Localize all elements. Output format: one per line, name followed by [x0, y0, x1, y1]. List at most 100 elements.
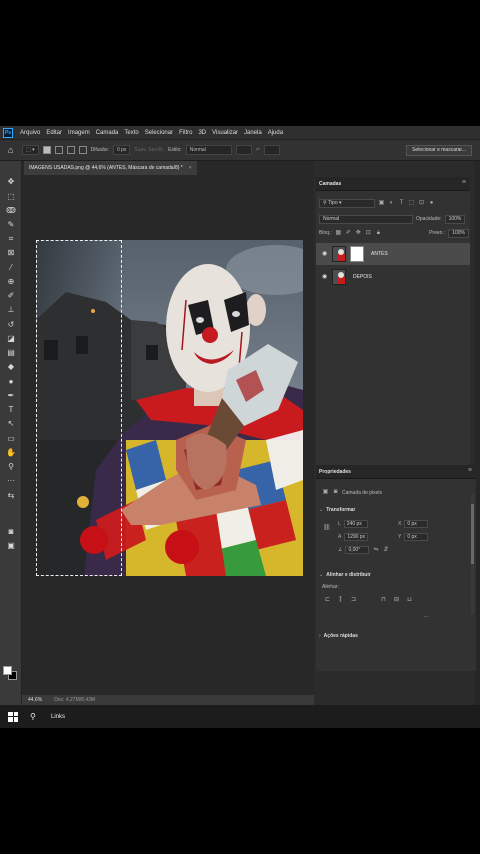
link-dimensions-icon[interactable]: ⛓: [323, 525, 331, 532]
filter-smart-icon[interactable]: ⊡: [418, 200, 425, 207]
layer-row-antes[interactable]: ◉ ANTES: [316, 243, 470, 265]
fill-input[interactable]: 100%: [448, 228, 469, 238]
layers-panel-title[interactable]: Camadas: [319, 181, 341, 187]
intersect-selection-icon[interactable]: [78, 146, 87, 154]
close-tab-icon[interactable]: ×: [189, 165, 192, 171]
zoom-level[interactable]: 44,6%: [28, 697, 42, 703]
search-icon[interactable]: ⚲: [30, 712, 39, 721]
scrollbar-thumb[interactable]: [471, 504, 474, 564]
links-toolbar[interactable]: Links: [51, 714, 65, 720]
align-vcenter-icon[interactable]: ⊟: [393, 597, 400, 604]
layer-mask-thumbnail[interactable]: [350, 246, 364, 262]
gradient-tool-icon[interactable]: ▤: [4, 348, 18, 358]
width-field[interactable]: [235, 145, 252, 155]
selection-marquee[interactable]: [36, 240, 122, 576]
quick-actions-header[interactable]: › Ações rápidas: [319, 633, 358, 639]
windows-start-icon[interactable]: [8, 711, 18, 722]
difusao-input[interactable]: 0 px: [112, 145, 131, 155]
eraser-tool-icon[interactable]: ◪: [4, 334, 18, 344]
move-tool-icon[interactable]: ✥: [4, 177, 18, 187]
flip-vertical-icon[interactable]: ⇵: [382, 547, 389, 554]
swap-icon[interactable]: ⇄: [256, 147, 260, 153]
brush-tool-icon[interactable]: ✐: [4, 291, 18, 301]
filter-type-icon[interactable]: T: [398, 200, 405, 207]
blend-mode-select[interactable]: Normal: [319, 214, 413, 224]
menu-arquivo[interactable]: Arquivo: [17, 130, 43, 136]
more-tools-icon[interactable]: ···: [4, 476, 18, 486]
quick-select-tool-icon[interactable]: ✎: [4, 220, 18, 230]
opacity-input[interactable]: 100%: [444, 214, 466, 224]
foreground-color-swatch[interactable]: [3, 666, 12, 675]
marquee-tool-icon[interactable]: ⬚: [4, 192, 18, 202]
hand-tool-icon[interactable]: ✋: [4, 448, 18, 458]
lock-all-icon[interactable]: 🔒︎: [375, 230, 382, 237]
lasso-tool-icon[interactable]: ↂ: [4, 206, 18, 216]
properties-scrollbar[interactable]: [471, 494, 474, 614]
align-section-header[interactable]: ⌄ Alinhar e distribuir: [319, 572, 371, 578]
path-select-tool-icon[interactable]: ↖: [4, 419, 18, 429]
suav-serrilh-checkbox[interactable]: Suav. Serrilh.: [134, 147, 164, 153]
layers-panel-menu-icon[interactable]: ≡: [462, 179, 466, 186]
visibility-eye-icon[interactable]: ◉: [322, 251, 328, 257]
flip-horizontal-icon[interactable]: ⇋: [372, 547, 379, 554]
filter-shape-icon[interactable]: ⬚: [408, 200, 415, 207]
filter-adjustment-icon[interactable]: ◐: [388, 200, 395, 207]
swap-colors-icon[interactable]: ⇆: [4, 491, 18, 501]
lock-brush-icon[interactable]: ✐: [345, 230, 352, 237]
menu-editar[interactable]: Editar: [43, 130, 65, 136]
angle-input[interactable]: 0,00°: [345, 546, 370, 554]
zoom-tool-icon[interactable]: ⚲: [4, 462, 18, 472]
x-input[interactable]: 0 px: [404, 520, 429, 528]
pen-tool-icon[interactable]: ✒: [4, 391, 18, 401]
menu-camada[interactable]: Camada: [93, 130, 122, 136]
properties-panel-title[interactable]: Propriedades: [319, 469, 351, 475]
visibility-eye-icon[interactable]: ◉: [322, 274, 328, 280]
subtract-selection-icon[interactable]: [66, 146, 75, 154]
layer-filter-select[interactable]: ⚲ Tipo ▾: [319, 198, 375, 208]
select-and-mask-button[interactable]: Selecionar e mascarar...: [406, 144, 472, 156]
align-top-icon[interactable]: ⊓: [380, 597, 387, 604]
mask-icon[interactable]: ◙: [332, 489, 339, 496]
menu-filtro[interactable]: Filtro: [176, 130, 195, 136]
y-input[interactable]: 0 px: [404, 533, 429, 541]
frame-tool-icon[interactable]: ⊠: [4, 248, 18, 258]
stamp-tool-icon[interactable]: ⊥: [4, 305, 18, 315]
menu-imagem[interactable]: Imagem: [65, 130, 93, 136]
healing-tool-icon[interactable]: ⊕: [4, 277, 18, 287]
new-selection-icon[interactable]: [42, 146, 51, 154]
eyedropper-tool-icon[interactable]: ⁄: [4, 263, 18, 273]
lock-artboard-icon[interactable]: ⊡: [365, 230, 372, 237]
quick-mask-icon[interactable]: ◙: [4, 527, 18, 537]
height-field[interactable]: [263, 145, 280, 155]
layer-row-depois[interactable]: ◉ DEPOIS: [316, 266, 470, 288]
align-right-icon[interactable]: ⊐: [350, 597, 357, 604]
align-left-icon[interactable]: ⊏: [324, 597, 331, 604]
blur-tool-icon[interactable]: ◆: [4, 362, 18, 372]
properties-panel-menu-icon[interactable]: ≡: [468, 467, 472, 474]
add-selection-icon[interactable]: [54, 146, 63, 154]
transform-section-header[interactable]: ⌄ Transformar: [319, 507, 355, 513]
type-tool-icon[interactable]: T: [4, 405, 18, 415]
history-brush-tool-icon[interactable]: ↺: [4, 320, 18, 330]
align-hcenter-icon[interactable]: ⫿: [337, 597, 344, 604]
photoshop-logo[interactable]: Ps: [3, 127, 13, 138]
menu-visualizar[interactable]: Visualizar: [209, 130, 241, 136]
layer-name[interactable]: ANTES: [371, 251, 388, 257]
rectangle-tool-icon[interactable]: ▭: [4, 434, 18, 444]
layer-thumbnail[interactable]: [332, 269, 346, 285]
more-options-button[interactable]: ...: [424, 613, 428, 619]
dodge-tool-icon[interactable]: ●: [4, 377, 18, 387]
pixel-layer-icon[interactable]: ▣: [322, 489, 329, 496]
menu-selecionar[interactable]: Selecionar: [142, 130, 176, 136]
width-input[interactable]: 240 px: [343, 520, 368, 528]
filter-pixel-icon[interactable]: ▣: [378, 200, 385, 207]
layer-thumbnail[interactable]: [332, 246, 346, 262]
height-input[interactable]: 1290 px: [344, 533, 369, 541]
align-bottom-icon[interactable]: ⊔: [406, 597, 413, 604]
home-icon[interactable]: ⌂: [8, 145, 18, 155]
menu-janela[interactable]: Janela: [241, 130, 265, 136]
marquee-tool-preset[interactable]: ⬚ ▾: [22, 145, 39, 155]
filter-toggle-icon[interactable]: ●: [428, 200, 435, 207]
document-size[interactable]: Doc: 4,27M/8,43M: [54, 697, 95, 703]
estilo-select[interactable]: Normal: [185, 145, 232, 155]
